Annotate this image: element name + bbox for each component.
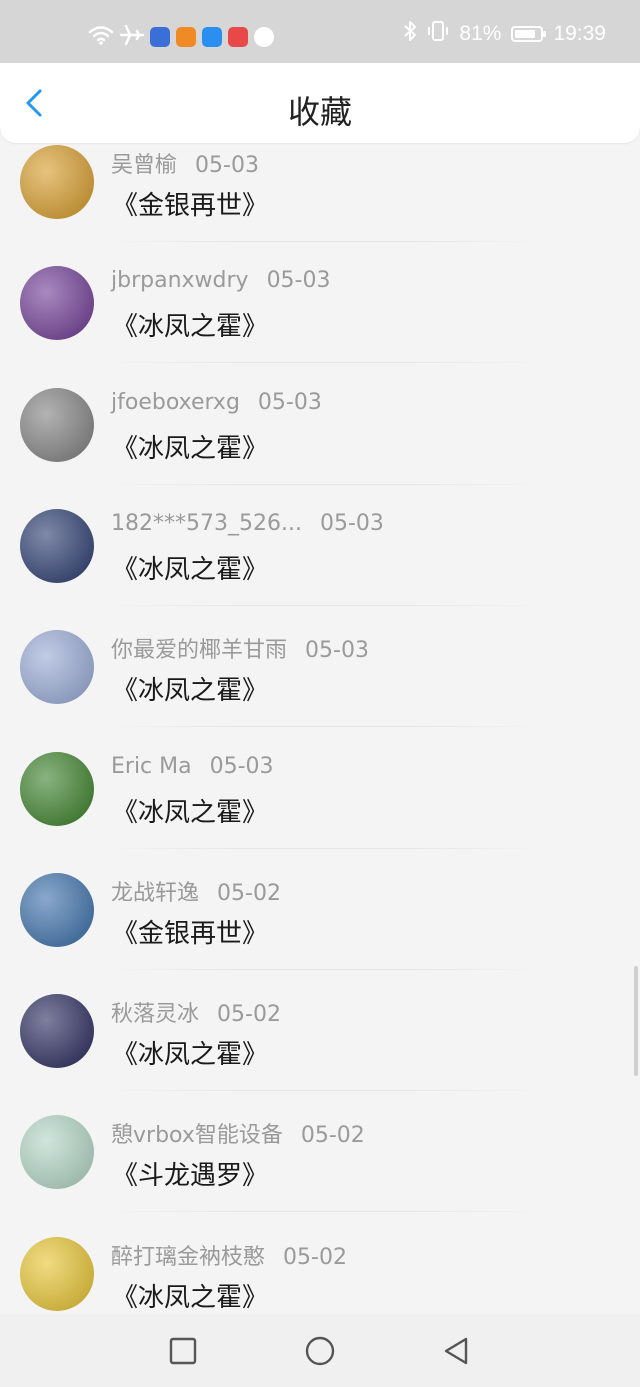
scrollbar[interactable] [634, 966, 638, 1076]
vibrate-icon [427, 20, 449, 48]
avatar[interactable] [20, 1236, 94, 1311]
favorite-title[interactable]: 《冰凤之霍》 [112, 792, 268, 829]
avatar[interactable] [20, 145, 94, 219]
favorite-title[interactable]: 《斗龙遇罗》 [112, 1155, 268, 1192]
item-meta: jbrpanxwdry 05-03 [111, 268, 331, 293]
date: 05-02 [217, 1002, 281, 1028]
item-meta: 吴曾榆 05-03 [111, 147, 259, 179]
avatar[interactable] [20, 1115, 94, 1190]
divider [104, 1090, 544, 1092]
navigation-bar [0, 1315, 640, 1387]
avatar[interactable] [20, 266, 94, 341]
recent-apps-button[interactable] [167, 1335, 199, 1367]
item-meta: Eric Ma 05-03 [111, 754, 274, 779]
avatar[interactable] [20, 994, 94, 1069]
favorite-item[interactable]: 你最爱的椰羊甘雨 05-03 《冰凤之霍》 [0, 622, 640, 743]
date: 05-02 [217, 880, 281, 906]
battery-fill [515, 30, 535, 38]
favorite-title[interactable]: 《冰凤之霍》 [112, 670, 268, 707]
date: 05-03 [305, 638, 369, 664]
divider [104, 847, 544, 849]
username[interactable]: 吴曾榆 [111, 147, 177, 179]
battery-icon [511, 26, 547, 42]
username[interactable]: 秋落灵冰 [111, 996, 199, 1028]
favorite-title[interactable]: 《金银再世》 [112, 913, 268, 950]
avatar[interactable] [20, 630, 94, 705]
home-button[interactable] [304, 1335, 336, 1367]
recent-apps-icon [169, 1337, 197, 1365]
wifi-icon [88, 25, 114, 49]
ball-app-icon [254, 27, 274, 47]
item-meta: 秋落灵冰 05-02 [111, 996, 281, 1028]
divider [104, 241, 544, 242]
video-app-icon [176, 27, 196, 47]
divider [104, 362, 544, 364]
clock: 19:39 [553, 22, 606, 45]
username[interactable]: 你最爱的椰羊甘雨 [111, 632, 287, 664]
date: 05-03 [257, 389, 322, 415]
date: 05-03 [319, 510, 384, 536]
avatar[interactable] [20, 872, 94, 947]
divider [104, 968, 544, 970]
username[interactable]: 醉打璃金衲枝憨 [111, 1239, 265, 1271]
username[interactable]: 龙战轩逸 [111, 875, 199, 907]
username[interactable]: Eric Ma [111, 754, 192, 779]
username[interactable]: 憩vrbox智能设备 [111, 1117, 283, 1149]
divider [104, 604, 544, 606]
divider [104, 483, 544, 485]
favorite-item[interactable]: jbrpanxwdry 05-03 《冰凤之霍》 [0, 258, 640, 379]
date: 05-02 [283, 1244, 347, 1270]
favorite-item[interactable]: 吴曾榆 05-03 《金银再世》 [0, 145, 640, 258]
status-bar-right: 81% 19:39 [403, 20, 606, 48]
item-meta: jfoeboxerxg 05-03 [111, 390, 322, 415]
date: 05-03 [209, 753, 274, 779]
favorite-item[interactable]: jfoeboxerxg 05-03 《冰凤之霍》 [0, 380, 640, 501]
favorite-title[interactable]: 《冰凤之霍》 [112, 306, 268, 343]
page-title: 收藏 [287, 93, 352, 131]
favorite-item[interactable]: 憩vrbox智能设备 05-02 《斗龙遇罗》 [0, 1107, 640, 1228]
store-app-icon [228, 27, 248, 47]
battery-percent: 81% [459, 22, 502, 45]
item-meta: 你最爱的椰羊甘雨 05-03 [111, 632, 369, 664]
home-icon [305, 1336, 335, 1366]
item-meta: 182***573_526... 05-03 [111, 511, 384, 536]
status-bar: 81% 19:39 [0, 0, 640, 63]
date: 05-03 [266, 268, 331, 294]
avatar[interactable] [20, 508, 94, 583]
item-meta: 醉打璃金衲枝憨 05-02 [111, 1239, 347, 1271]
divider [104, 726, 544, 728]
app-header: 收藏 [0, 63, 640, 143]
favorite-item[interactable]: 醉打璃金衲枝憨 05-02 《冰凤之霍》 [0, 1229, 640, 1315]
favorite-item[interactable]: Eric Ma 05-03 《冰凤之霍》 [0, 744, 640, 865]
favorite-title[interactable]: 《冰凤之霍》 [112, 549, 268, 586]
divider [104, 1211, 544, 1213]
username[interactable]: jfoeboxerxg [111, 390, 240, 415]
favorite-item[interactable]: 龙战轩逸 05-02 《金银再世》 [0, 865, 640, 986]
avatar[interactable] [20, 387, 94, 462]
bluetooth-icon [403, 20, 417, 48]
music-app-icon [150, 27, 170, 47]
item-meta: 憩vrbox智能设备 05-02 [111, 1117, 365, 1149]
username[interactable]: jbrpanxwdry [111, 268, 249, 293]
search-app-icon [202, 27, 222, 47]
airplane-icon [119, 24, 145, 50]
favorites-list[interactable]: 吴曾榆 05-03 《金银再世》 jbrpanxwdry 05-03 《冰凤之霍》 jfoe… [0, 145, 640, 1315]
status-bar-left [88, 24, 274, 50]
favorite-title[interactable]: 《冰凤之霍》 [112, 1034, 268, 1071]
favorite-title[interactable]: 《冰凤之霍》 [112, 428, 268, 465]
item-meta: 龙战轩逸 05-02 [111, 875, 281, 907]
username[interactable]: 182***573_526... [111, 511, 302, 536]
favorite-title[interactable]: 《冰凤之霍》 [112, 1277, 268, 1314]
avatar[interactable] [20, 751, 94, 826]
date: 05-02 [300, 1123, 365, 1149]
back-triangle-icon [444, 1337, 468, 1365]
date: 05-03 [195, 153, 259, 178]
nav-back-button[interactable] [440, 1335, 472, 1367]
favorite-title[interactable]: 《金银再世》 [112, 185, 268, 222]
favorite-item[interactable]: 182***573_526... 05-03 《冰凤之霍》 [0, 501, 640, 622]
favorite-item[interactable]: 秋落灵冰 05-02 《冰凤之霍》 [0, 986, 640, 1107]
